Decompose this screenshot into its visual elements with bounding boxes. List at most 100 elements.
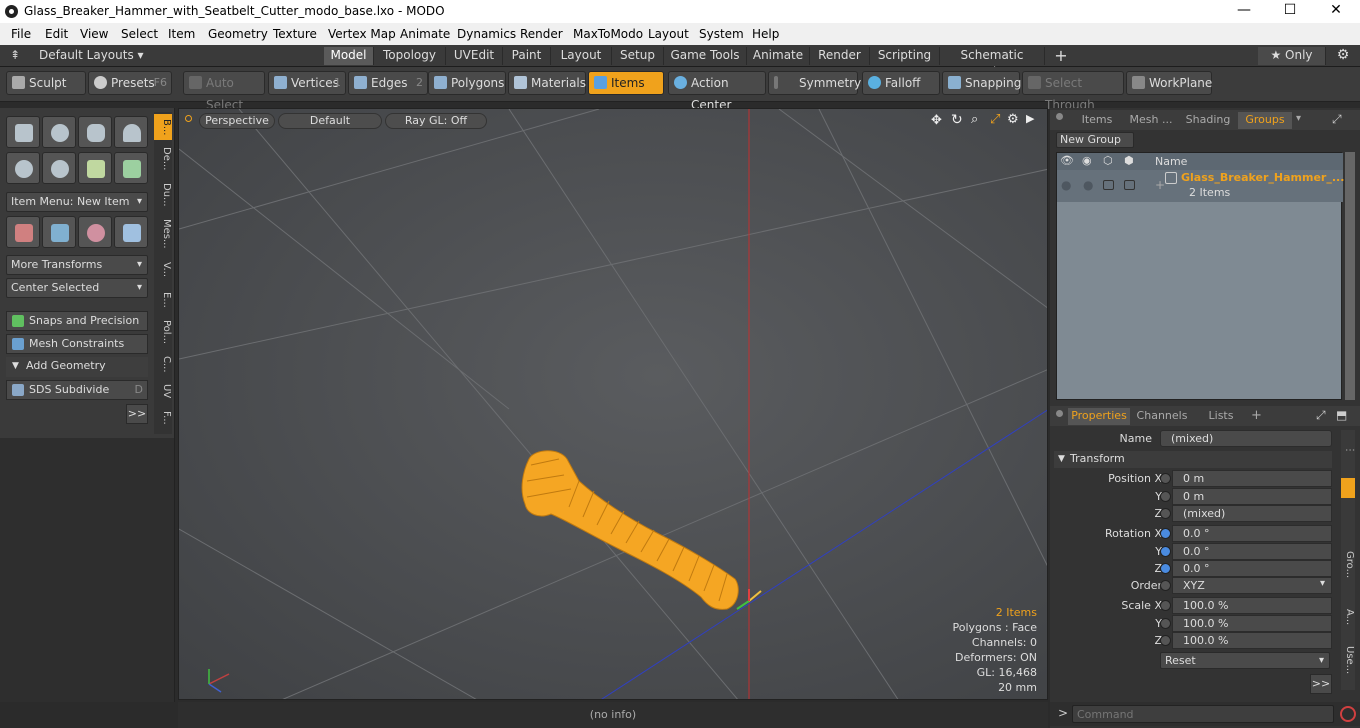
vtab-mesh-edit[interactable]: Mes...: [154, 214, 172, 254]
zoom-icon[interactable]: ⌕: [971, 112, 978, 127]
close-button[interactable]: ✕: [1324, 2, 1348, 20]
text-tool-button[interactable]: [114, 152, 148, 184]
tab-items[interactable]: Items: [1072, 112, 1122, 129]
add-tab-button[interactable]: +: [1048, 47, 1074, 65]
expand-toggle-icon[interactable]: +: [1155, 178, 1165, 192]
select-checkbox[interactable]: [1124, 180, 1135, 190]
pan-icon[interactable]: ✥: [931, 113, 942, 128]
group-list[interactable]: 👁 ◉ ⬡ ⬢ Name ● ● + Glass_Breaker_Hammer_…: [1056, 152, 1344, 400]
perspective-button[interactable]: Perspective: [199, 113, 275, 129]
menu-texture[interactable]: Texture: [273, 27, 317, 41]
cone-tool-button[interactable]: [114, 116, 148, 148]
menu-view[interactable]: View: [80, 27, 108, 41]
menu-geometry[interactable]: Geometry: [208, 27, 268, 41]
vtab-uv[interactable]: UV: [154, 380, 172, 402]
center-selected-dropdown[interactable]: Center Selected: [6, 278, 148, 298]
group-name[interactable]: Glass_Breaker_Hammer_...: [1181, 171, 1344, 184]
properties-more-button[interactable]: >>: [1310, 674, 1332, 694]
menu-animate[interactable]: Animate: [400, 27, 450, 41]
tab-model[interactable]: Model: [324, 47, 374, 65]
menu-maxtomodo[interactable]: MaxToModo: [573, 27, 643, 41]
vtab-basic[interactable]: B...: [154, 114, 172, 140]
scale-y-field[interactable]: 100.0 %: [1172, 615, 1332, 632]
side-tab-user[interactable]: Use...: [1341, 640, 1355, 680]
tab-uvedit[interactable]: UVEdit: [446, 47, 503, 65]
rotation-x-field[interactable]: 0.0 °: [1172, 525, 1332, 542]
viewport-options-icon[interactable]: [185, 115, 192, 122]
rotation-y-field[interactable]: 0.0 °: [1172, 543, 1332, 560]
tab-properties[interactable]: Properties: [1068, 408, 1130, 425]
position-x-dot[interactable]: [1160, 473, 1171, 484]
menu-item[interactable]: Item: [168, 27, 195, 41]
menu-vertex-map[interactable]: Vertex Map: [328, 27, 396, 41]
falloff-button[interactable]: Falloff: [862, 71, 940, 95]
menu-edit[interactable]: Edit: [45, 27, 68, 41]
menu-render[interactable]: Render: [520, 27, 563, 41]
rotate-tool-button[interactable]: [78, 216, 112, 248]
maximize-button[interactable]: ☐: [1278, 2, 1302, 20]
auto-select-button[interactable]: Auto Select: [183, 71, 265, 112]
action-center-button[interactable]: Action Center: [668, 71, 766, 112]
sculpt-button[interactable]: Sculpt: [6, 71, 86, 95]
scale-y-dot[interactable]: [1160, 618, 1171, 629]
scale-x-dot[interactable]: [1160, 600, 1171, 611]
3d-viewport[interactable]: Perspective Default Ray GL: Off ✥ ↻ ⌕ ⤢ …: [178, 108, 1048, 700]
snapping-button[interactable]: Snapping: [942, 71, 1021, 95]
position-x-field[interactable]: 0 m: [1172, 470, 1332, 487]
sds-subdivide-button[interactable]: SDS Subdivide D: [6, 380, 148, 400]
add-geometry-section[interactable]: ▼ Add Geometry: [6, 357, 148, 377]
vtab-edge[interactable]: E...: [154, 286, 172, 314]
tab-paint[interactable]: Paint: [503, 47, 551, 65]
tab-schematic-fusion[interactable]: Schematic Fusion: [940, 47, 1045, 79]
viewport-more-icon[interactable]: ▶: [1026, 112, 1034, 125]
workplane-button[interactable]: WorkPlane: [1126, 71, 1212, 95]
symmetry-button[interactable]: Symmetry: [768, 71, 861, 95]
order-dropdown[interactable]: XYZ: [1172, 577, 1332, 594]
layout-arrow-icon[interactable]: ⇞: [10, 48, 20, 62]
menu-layout[interactable]: Layout: [648, 27, 689, 41]
materials-button[interactable]: Materials: [508, 71, 586, 95]
panel-options-icon[interactable]: [1056, 113, 1063, 120]
render-toggle-icon[interactable]: ●: [1083, 178, 1093, 192]
gear-icon[interactable]: ⚙: [1330, 47, 1356, 65]
cube-tool-button[interactable]: [6, 116, 40, 148]
tabs-dropdown-icon[interactable]: ▾: [1296, 113, 1301, 124]
properties-pin-icon[interactable]: ⬒: [1336, 408, 1347, 422]
presets-button[interactable]: Presets F6: [88, 71, 172, 95]
items-button[interactable]: Items: [588, 71, 664, 95]
fit-view-icon[interactable]: ⤢: [990, 112, 1000, 127]
view-settings-icon[interactable]: ⚙: [1007, 112, 1019, 127]
menu-help[interactable]: Help: [752, 27, 779, 41]
render-column-icon[interactable]: ◉: [1082, 153, 1092, 169]
position-y-dot[interactable]: [1160, 491, 1171, 502]
mesh-constraints-button[interactable]: Mesh Constraints: [6, 334, 148, 354]
properties-expand-icon[interactable]: ⤢: [1316, 408, 1326, 423]
side-tab-active[interactable]: [1341, 478, 1355, 498]
torus-tool-button[interactable]: [6, 152, 40, 184]
vtab-duplicate[interactable]: Du...: [154, 178, 172, 212]
capsule-tool-button[interactable]: [42, 152, 76, 184]
rotation-z-field[interactable]: 0.0 °: [1172, 560, 1332, 577]
more-transforms-dropdown[interactable]: More Transforms: [6, 255, 148, 275]
tab-render[interactable]: Render: [810, 47, 870, 65]
shading-default-button[interactable]: Default: [278, 113, 382, 129]
default-layouts-dropdown[interactable]: Default Layouts ▾: [39, 48, 144, 62]
lock-checkbox[interactable]: [1103, 180, 1114, 190]
raygl-button[interactable]: Ray GL: Off: [385, 113, 487, 129]
new-group-button[interactable]: New Group: [1056, 132, 1134, 148]
tab-game-tools[interactable]: Game Tools: [664, 47, 747, 65]
vertices-button[interactable]: Vertices 1: [268, 71, 346, 95]
position-y-field[interactable]: 0 m: [1172, 488, 1332, 505]
menu-file[interactable]: File: [11, 27, 31, 41]
item-menu-dropdown[interactable]: Item Menu: New Item: [6, 192, 148, 212]
scale-z-field[interactable]: 100.0 %: [1172, 632, 1332, 649]
tab-setup[interactable]: Setup: [612, 47, 664, 65]
add-properties-tab-button[interactable]: +: [1251, 408, 1262, 423]
tab-shading[interactable]: Shading: [1180, 112, 1236, 129]
panel-expand-icon[interactable]: ⤢: [1332, 112, 1342, 127]
tab-layout[interactable]: Layout: [551, 47, 612, 65]
properties-options-icon[interactable]: [1056, 410, 1063, 417]
tab-topology[interactable]: Topology: [374, 47, 446, 65]
side-tab-groups[interactable]: Gro...: [1341, 540, 1355, 590]
scale-z-dot[interactable]: [1160, 635, 1171, 646]
